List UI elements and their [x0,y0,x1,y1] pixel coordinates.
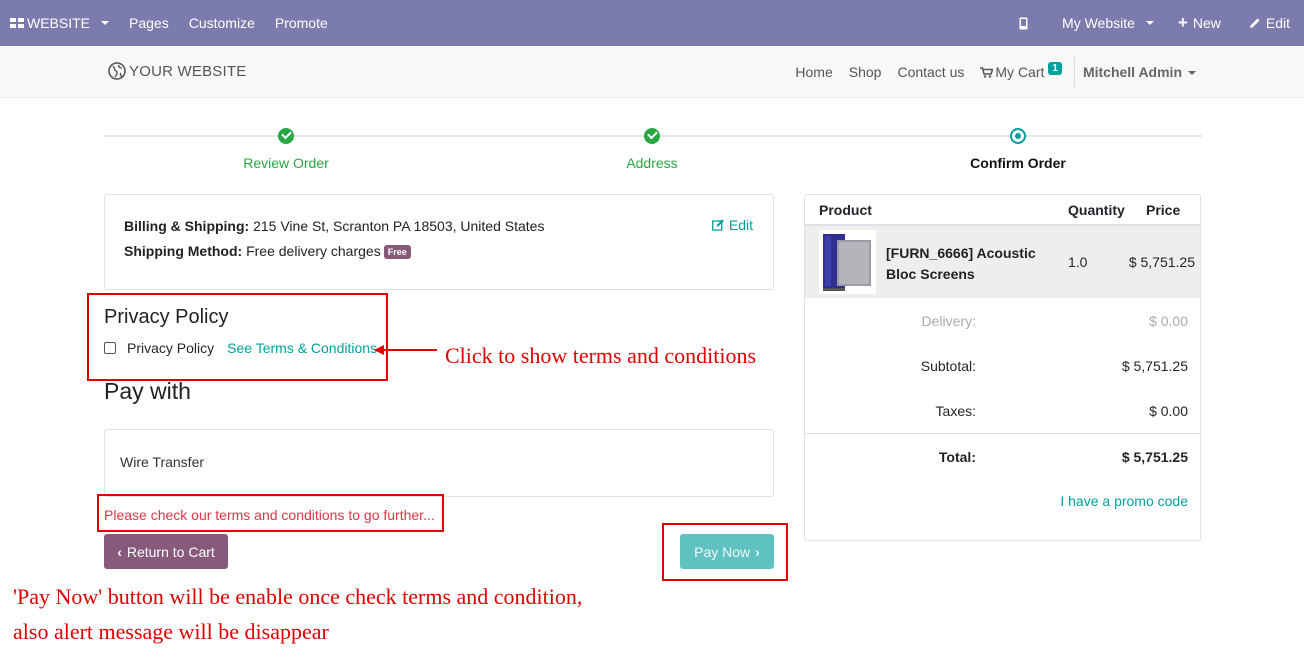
order-summary: Product Quantity Price [FURN_6666] Acous… [804,194,1201,541]
product-quantity: 1.0 [1068,254,1088,270]
delivery-value: $ 0.00 [1149,313,1188,329]
total-label: Total: [938,449,976,465]
payment-method-label: Wire Transfer [120,454,205,470]
annotation-arrow [383,349,437,351]
annotation-box-paynow [662,523,788,581]
apps-grid-icon [10,18,24,28]
annotation-pay-note-line1: 'Pay Now' button will be enable once che… [13,584,583,609]
address-summary: Billing & Shipping: 215 Vine St, Scranto… [104,194,774,290]
free-badge: Free [383,245,411,259]
admin-menu-right: My Website + New Edit [1009,0,1300,46]
menu-pages[interactable]: Pages [119,0,179,46]
annotation-pay-note-line2: also alert message will be disappear [13,619,329,644]
order-line: [FURN_6666] Acoustic Bloc Screens 1.0 $ … [805,226,1200,298]
product-name[interactable]: [FURN_6666] Acoustic Bloc Screens [886,243,1061,285]
new-button[interactable]: + New [1164,0,1231,46]
subtotal-label: Subtotal: [920,358,976,374]
chevron-down-icon [1188,71,1196,76]
annotation-box-privacy [87,293,388,381]
my-website-menu[interactable]: My Website [1052,0,1164,46]
chevron-down-icon [1145,21,1154,25]
mobile-preview-button[interactable] [1009,0,1052,46]
billing-shipping-line: Billing & Shipping: 215 Vine St, Scranto… [124,218,544,234]
nav-my-cart[interactable]: My Cart 1 [972,61,1070,80]
globe-icon [108,62,126,80]
step-current-icon [1010,128,1026,144]
taxes-value: $ 0.00 [1149,403,1188,419]
brand-name: YOUR WEBSITE [129,62,247,80]
cart-icon [980,66,994,78]
order-summary-header: Product Quantity Price [805,195,1200,226]
website-menu[interactable]: WEBSITE [0,0,119,46]
step-review-order[interactable]: Review Order [186,155,386,171]
new-label: New [1192,15,1221,31]
promo-code-link[interactable]: I have a promo code [1060,493,1188,509]
cart-count-badge: 1 [1048,61,1062,75]
edit-address-label: Edit [728,217,753,233]
total-divider [805,433,1200,434]
nav-shop[interactable]: Shop [841,64,890,80]
return-to-cart-label: Return to Cart [126,543,215,560]
step-address[interactable]: Address [552,155,752,171]
product-price: $ 5,751.25 [1128,254,1195,270]
plus-icon: + [1177,13,1188,32]
billing-value: 215 Vine St, Scranton PA 18503, United S… [249,218,545,234]
return-to-cart-button[interactable]: ‹ Return to Cart [104,534,228,569]
product-image [819,230,876,294]
shipping-label: Shipping Method: [124,243,243,259]
pay-with-heading: Pay with [104,378,191,404]
step-check-icon [644,128,660,144]
delivery-label: Delivery: [921,313,976,329]
chevron-down-icon [101,21,110,25]
menu-customize[interactable]: Customize [179,0,265,46]
col-quantity: Quantity [1068,202,1125,218]
website-menu-label: WEBSITE [27,15,91,31]
taxes-label: Taxes: [935,403,976,419]
site-navbar: YOUR WEBSITE Home Shop Contact us My Car… [0,46,1304,98]
col-price: Price [1146,202,1181,218]
annotation-arrow-head-icon [374,345,384,355]
annotation-box-alert [97,494,444,532]
edit-icon [711,219,724,231]
menu-promote[interactable]: Promote [265,0,338,46]
payment-method-option[interactable]: Wire Transfer [104,429,774,497]
step-confirm-order: Confirm Order [970,155,1066,171]
edit-label: Edit [1265,15,1290,31]
my-website-label: My Website [1062,15,1135,31]
main-nav: Home Shop Contact us My Cart 1 Mitchell … [787,46,1196,98]
user-menu[interactable]: Mitchell Admin [1075,64,1196,80]
pencil-icon [1249,18,1260,28]
shipping-method-line: Shipping Method: Free delivery charges Fr… [124,243,411,259]
nav-home[interactable]: Home [787,64,840,80]
edit-button[interactable]: Edit [1231,0,1300,46]
nav-contact-us[interactable]: Contact us [889,64,972,80]
admin-menu-left: WEBSITE Pages Customize Promote [0,0,338,46]
annotation-terms-note: Click to show terms and conditions [445,343,757,368]
mobile-icon [1019,17,1028,29]
cart-label: My Cart [995,64,1045,80]
total-value: $ 5,751.25 [1121,449,1188,465]
site-logo[interactable]: YOUR WEBSITE [108,62,246,80]
shipping-value: Free delivery charges [242,243,381,259]
subtotal-value: $ 5,751.25 [1121,358,1188,374]
user-name: Mitchell Admin [1082,64,1182,80]
col-product: Product [819,202,872,218]
admin-top-bar: WEBSITE Pages Customize Promote My Websi… [0,0,1304,46]
edit-address-link[interactable]: Edit [711,217,753,233]
billing-label: Billing & Shipping: [124,218,250,234]
step-check-icon [278,128,294,144]
chevron-left-icon: ‹ [117,543,122,560]
